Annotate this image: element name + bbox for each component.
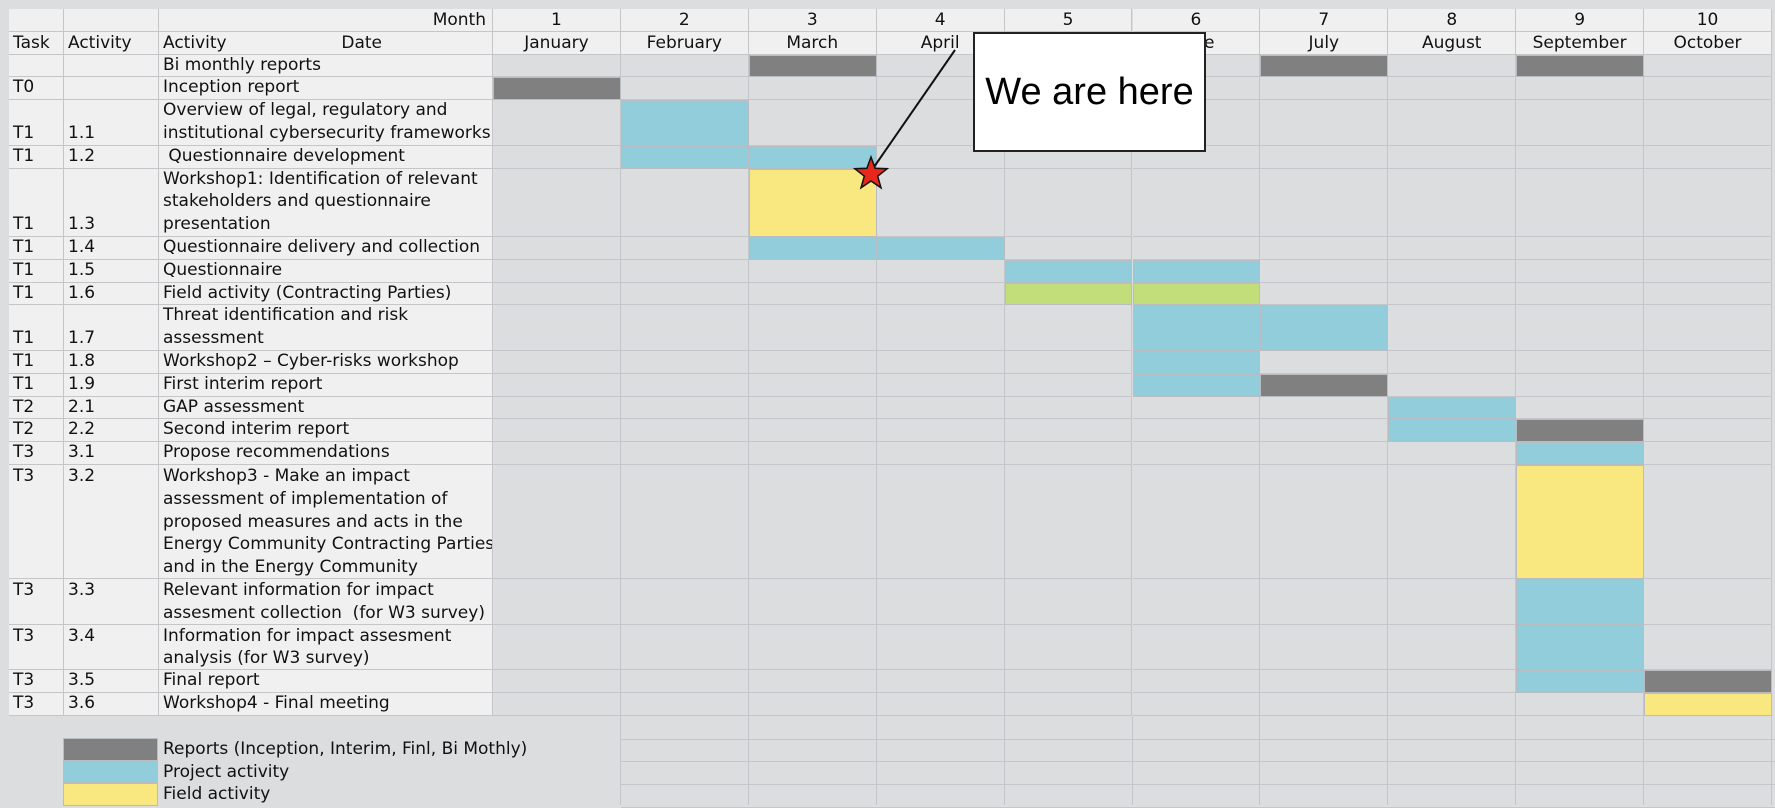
pointer-line [873, 49, 956, 168]
gantt-chart: Month 1 2 3 4 5 6 7 8 9 10 Task Activity Activity Date… [0, 0, 1775, 808]
current-position-star-icon [852, 154, 890, 190]
callout-text: We are here [985, 70, 1194, 113]
annotation-overlay [852, 49, 956, 190]
we-are-here-callout: We are here [973, 32, 1206, 152]
